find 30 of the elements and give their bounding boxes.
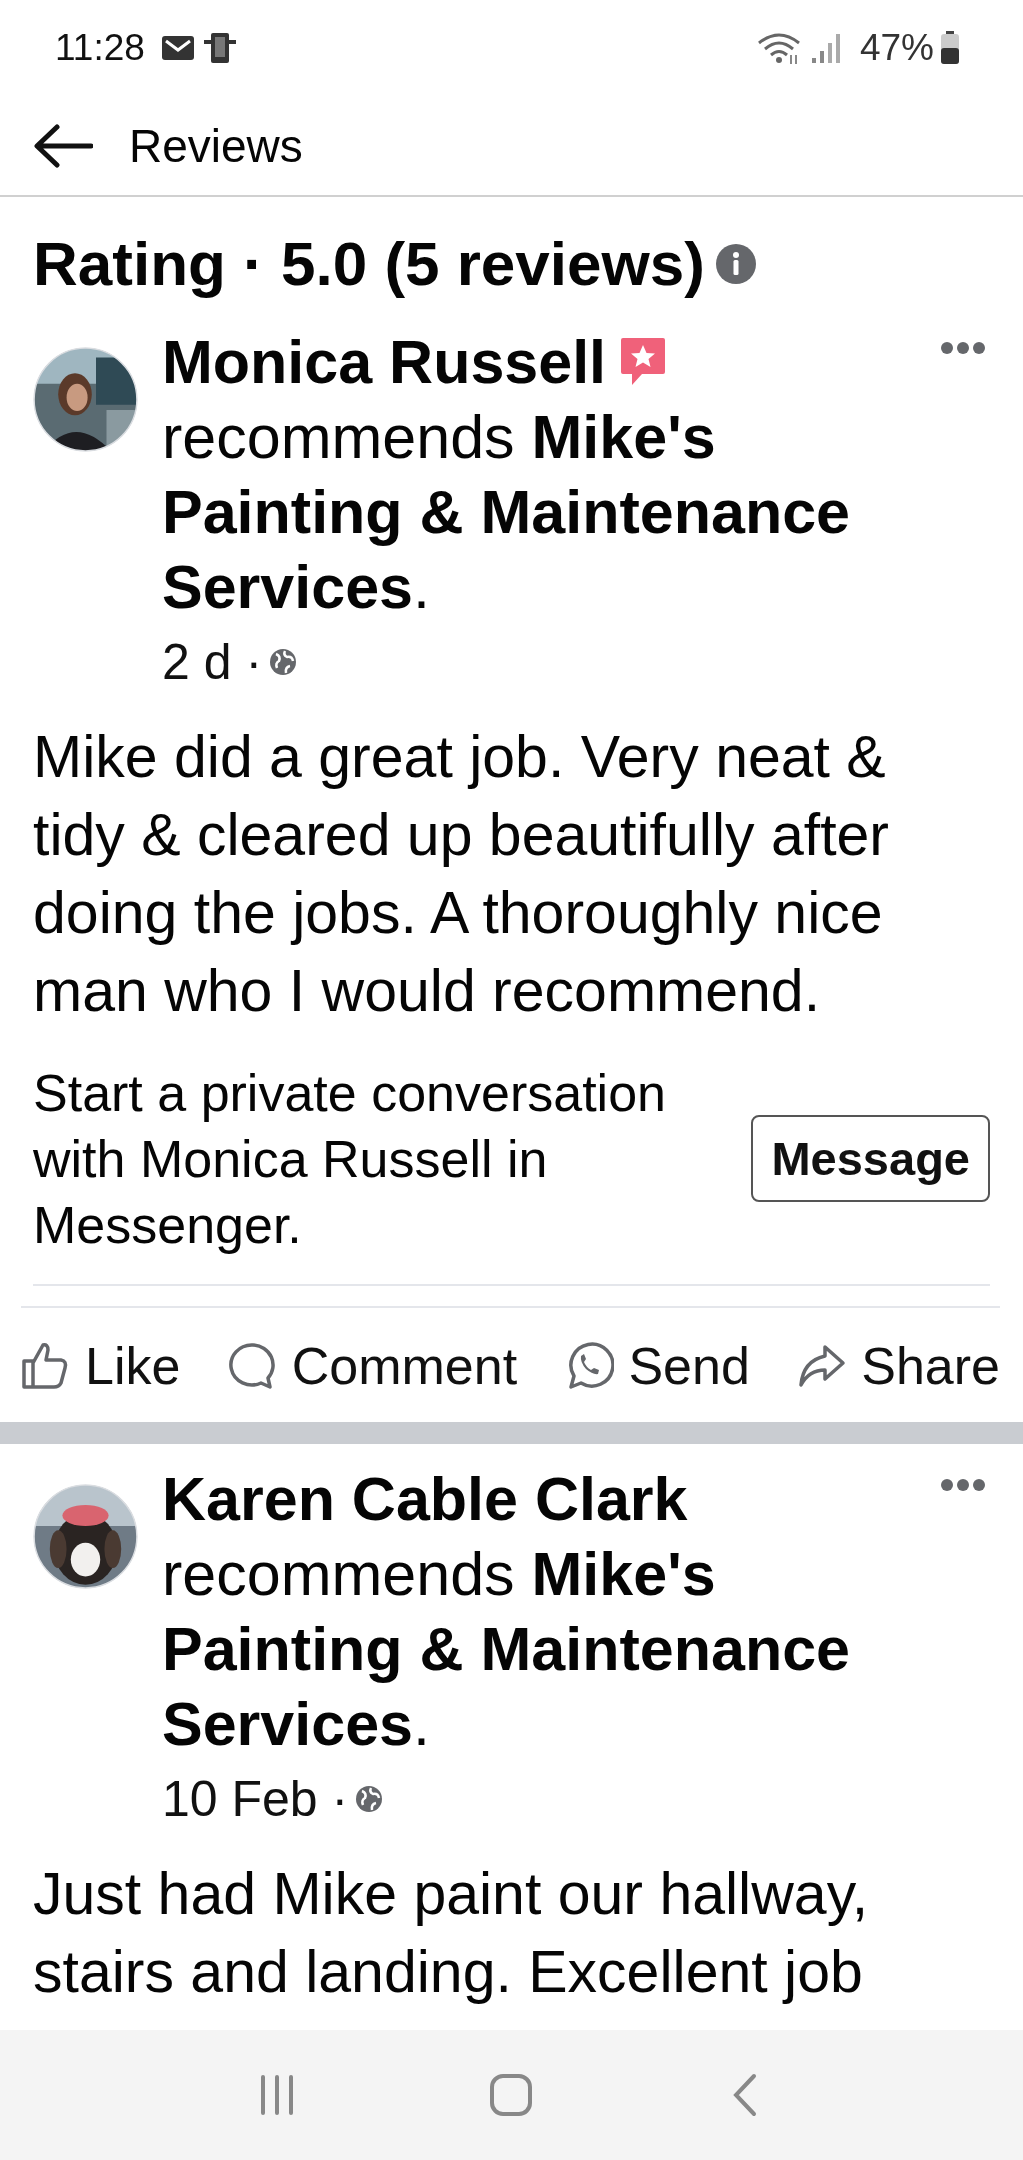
globe-icon bbox=[354, 1784, 385, 1814]
info-icon[interactable] bbox=[714, 242, 757, 285]
home-icon[interactable] bbox=[489, 2073, 534, 2117]
more-options-icon[interactable] bbox=[940, 1477, 986, 1492]
message-button[interactable]: Message bbox=[751, 1115, 990, 1202]
recommendation-text: recommends Mike's Painting & Maintenance Services. bbox=[162, 401, 852, 623]
page-title: Reviews bbox=[129, 118, 303, 173]
back-arrow-icon[interactable] bbox=[33, 123, 93, 168]
like-button[interactable]: Like bbox=[21, 1335, 181, 1396]
battery-icon bbox=[940, 31, 960, 65]
send-button[interactable]: Send bbox=[564, 1335, 750, 1396]
clock: 11:28 bbox=[55, 27, 145, 69]
more-options-icon[interactable] bbox=[940, 340, 986, 355]
comment-bubble-icon bbox=[227, 1340, 278, 1391]
wifi-icon bbox=[755, 31, 802, 65]
rating-heading: Rating · 5.0 (5 reviews) bbox=[33, 228, 705, 300]
review-text: Mike did a great job. Very neat & tidy & cleared up beautifully after doing the jobs. A thoroughly nice man who I would recommend. bbox=[33, 722, 890, 1026]
share-button[interactable]: Share bbox=[797, 1335, 1000, 1396]
post-date: 2 d · bbox=[162, 632, 263, 692]
recommendation-text: recommends Mike's Painting & Maintenance Services. bbox=[162, 1538, 852, 1760]
author-name[interactable]: Karen Cable Clark bbox=[162, 1461, 688, 1537]
author-name[interactable]: Monica Russell bbox=[162, 324, 607, 400]
review-text: Just had Mike paint our hallway, stairs and landing. Excellent job bbox=[33, 1859, 870, 2007]
battery-percentage: 47% bbox=[859, 27, 934, 69]
post-date: 10 Feb · bbox=[162, 1769, 349, 1829]
mail-icon bbox=[160, 34, 195, 62]
message-prompt: Start a private conversation with Monica Russell in Messenger. bbox=[33, 1062, 667, 1256]
device-icon bbox=[202, 32, 237, 64]
comment-button[interactable]: Comment bbox=[227, 1335, 518, 1396]
globe-icon bbox=[268, 647, 299, 677]
